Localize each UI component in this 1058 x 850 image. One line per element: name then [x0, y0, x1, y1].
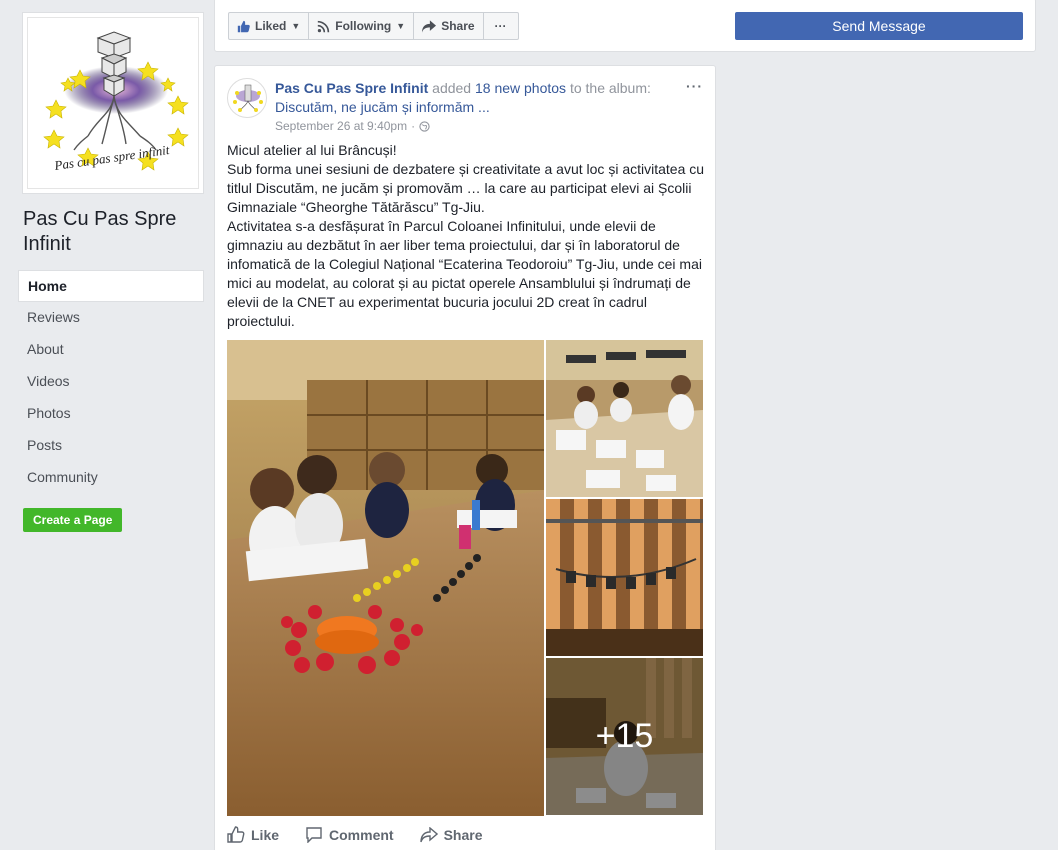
chevron-down-icon: ▼ — [291, 21, 301, 31]
share-page-label: Share — [441, 19, 475, 33]
sidebar-item-reviews[interactable]: Reviews — [18, 302, 204, 334]
chevron-down-icon: ▼ — [396, 21, 406, 31]
following-label: Following — [335, 19, 392, 33]
sidebar-nav: Home Reviews About Videos Photos Posts C… — [18, 270, 204, 494]
post-author-avatar[interactable] — [227, 78, 267, 118]
comment-label: Comment — [329, 826, 394, 843]
sidebar-item-home[interactable]: Home — [18, 270, 204, 302]
page-action-bar: Liked ▼ Following ▼ Share ··· Send Messa… — [214, 0, 1036, 52]
send-message-button[interactable]: Send Message — [735, 12, 1023, 40]
rss-icon — [317, 20, 330, 33]
more-options-button[interactable]: ··· — [482, 12, 519, 40]
post-photo-thumb-2[interactable] — [546, 499, 703, 656]
post-text-line: Micul atelier al lui Brâncuși! — [227, 142, 397, 158]
post-album-prefix: album: — [608, 80, 651, 96]
post-time-separator: · — [411, 119, 416, 133]
thumbs-up-icon — [237, 20, 250, 33]
more-dots-icon: ··· — [494, 19, 507, 33]
sidebar-item-about[interactable]: About — [18, 334, 204, 366]
like-label: Like — [251, 826, 280, 843]
share-arrow-icon — [422, 19, 437, 33]
globe-icon[interactable] — [419, 120, 430, 132]
share-post-button[interactable]: Share — [419, 826, 483, 843]
sidebar-item-videos[interactable]: Videos — [18, 366, 204, 398]
post-text-line: Sub forma unei sesiuni de dezbatere și c… — [227, 161, 705, 215]
page-scrollbar[interactable] — [1054, 0, 1058, 850]
post-timestamp-row: September 26 at 9:40pm · — [275, 119, 430, 133]
create-page-button[interactable]: Create a Page — [23, 508, 123, 532]
post-card: Pas Cu Pas Spre Infinit added 18 new pho… — [214, 65, 716, 850]
post-options-button[interactable]: ··· — [686, 78, 703, 94]
post-timestamp[interactable]: September 26 at 9:40pm — [275, 119, 407, 133]
thumbs-up-icon — [227, 826, 245, 843]
page-action-buttons: Liked ▼ Following ▼ Share ··· — [228, 12, 519, 40]
new-photos-link[interactable]: 18 new photos — [475, 80, 566, 96]
page-logo[interactable]: Pas cu pas spre infinit — [27, 17, 199, 189]
post-to-the-text: to the — [569, 80, 605, 96]
share-post-label: Share — [443, 826, 483, 843]
like-button[interactable]: Like — [227, 826, 279, 843]
liked-label: Liked — [255, 19, 287, 33]
sidebar-item-photos[interactable]: Photos — [18, 398, 204, 430]
post-photo-thumb-1[interactable] — [546, 340, 703, 497]
comment-bubble-icon — [306, 827, 322, 843]
post-text-line: Activitatea s-a desfășurat în Parcul Col… — [227, 218, 702, 329]
sidebar-item-posts[interactable]: Posts — [18, 430, 204, 462]
more-photos-count[interactable]: +15 — [546, 658, 703, 815]
following-button[interactable]: Following ▼ — [308, 12, 415, 40]
post-photo-thumb-3[interactable]: +15 — [546, 658, 703, 815]
liked-button[interactable]: Liked ▼ — [228, 12, 310, 40]
post-actions-bar: Like Comment Share — [227, 826, 509, 843]
page-name[interactable]: Pas Cu Pas Spre Infinit — [23, 207, 205, 257]
share-arrow-icon — [419, 826, 438, 842]
comment-button[interactable]: Comment — [305, 826, 394, 843]
post-author-link[interactable]: Pas Cu Pas Spre Infinit — [275, 80, 428, 96]
album-link[interactable]: Discutăm, ne jucăm și informăm ... — [275, 99, 490, 115]
sidebar-item-community[interactable]: Community — [18, 462, 204, 494]
share-page-button[interactable]: Share — [413, 12, 484, 40]
post-text: Micul atelier al lui Brâncuși! Sub forma… — [227, 141, 705, 331]
profile-picture-frame[interactable]: Pas cu pas spre infinit — [22, 12, 204, 194]
post-photo-grid: +15 — [227, 340, 704, 817]
post-header: Pas Cu Pas Spre Infinit added 18 new pho… — [275, 79, 655, 117]
post-photo-main[interactable] — [227, 340, 544, 816]
post-added-text: added — [432, 80, 472, 96]
